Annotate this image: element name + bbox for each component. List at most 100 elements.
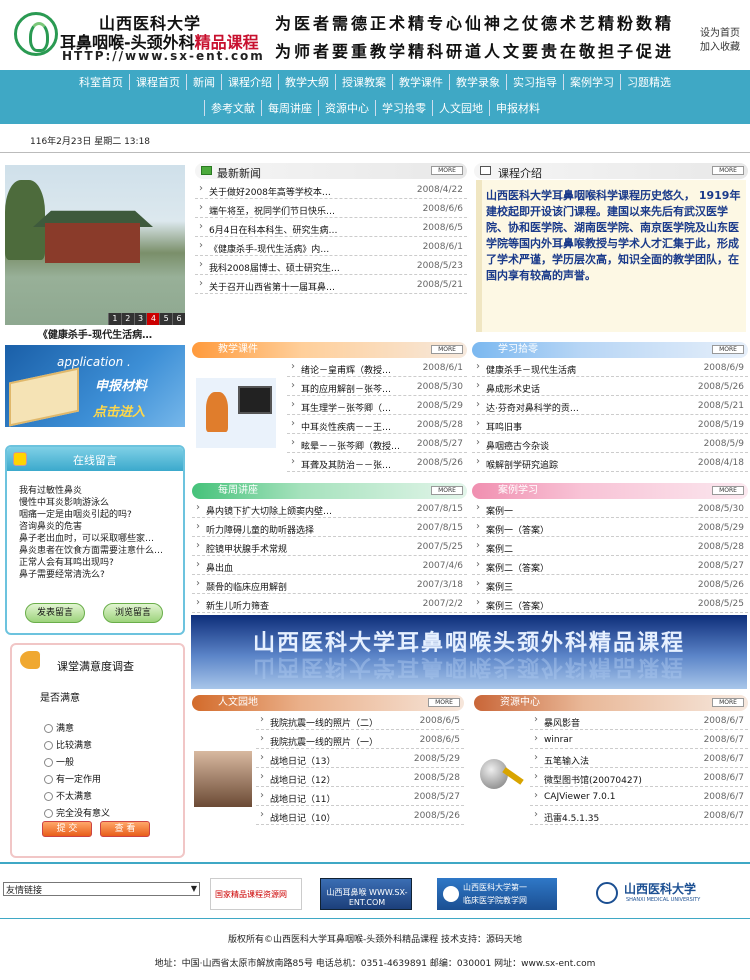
lecture-row[interactable]: 颞骨的临床应用解剖2007/3/18 — [192, 576, 467, 594]
nav-syllabus[interactable]: 教学大纲 — [278, 74, 335, 90]
add-favorite-link[interactable]: 加入收藏 — [700, 38, 740, 53]
humanities-row[interactable]: 战地日记（11）2008/5/27 — [256, 788, 464, 806]
courseware-row[interactable]: 耳生理学－张芩卿（…2008/5/29 — [287, 397, 467, 415]
cases-row[interactable]: 案例二2008/5/28 — [472, 538, 748, 556]
lecture-row[interactable]: 新生儿听力筛查2007/2/2 — [192, 595, 467, 613]
cases-row[interactable]: 案例三（答案）2008/5/25 — [472, 595, 748, 613]
resources-row[interactable]: 暴风影音2008/6/7 — [530, 712, 748, 730]
humanities-more-button[interactable]: MORE — [428, 698, 460, 707]
survey-view-button[interactable]: 查 看 — [100, 821, 150, 837]
resources-row[interactable]: 微型图书馆(20070427)2008/6/7 — [530, 769, 748, 787]
survey-option[interactable]: 一般 — [44, 755, 74, 768]
guestbook-item[interactable]: 正常人会有耳鸣出现吗? — [19, 557, 184, 569]
courseware-row[interactable]: 绪论－皇甫辉（教授…2008/6/1 — [287, 359, 467, 377]
humanities-row[interactable]: 我院抗震一线的照片（二）2008/6/5 — [256, 712, 464, 730]
guestbook-item[interactable]: 鼻炎患者在饮食方面需要注意什么… — [19, 545, 184, 557]
humanities-row[interactable]: 战地日记（13）2008/5/29 — [256, 750, 464, 768]
survey-option[interactable]: 满意 — [44, 721, 74, 734]
nav-study-notes[interactable]: 学习拾零 — [375, 100, 432, 116]
set-homepage-link[interactable]: 设为首页 — [700, 24, 740, 39]
survey-submit-button[interactable]: 提 交 — [42, 821, 92, 837]
post-message-button[interactable]: 发表留言 — [25, 603, 85, 623]
slide-4[interactable]: 4 — [146, 313, 160, 325]
lecture-row[interactable]: 鼻出血2007/4/6 — [192, 557, 467, 575]
guestbook-item[interactable]: 咨询鼻炎的危害 — [19, 521, 184, 533]
resources-more-button[interactable]: MORE — [712, 698, 744, 707]
guestbook-item[interactable]: 鼻子老出血时，可以采取哪些家… — [19, 533, 184, 545]
courseware-row[interactable]: 中耳炎性疾病－－王…2008/5/28 — [287, 416, 467, 434]
resources-row[interactable]: 五笔输入法2008/6/7 — [530, 750, 748, 768]
radio-icon[interactable] — [44, 792, 53, 801]
nav-resources[interactable]: 资源中心 — [318, 100, 375, 116]
humanities-row[interactable]: 战地日记（12）2008/5/28 — [256, 769, 464, 787]
course-banner[interactable]: 山西医科大学耳鼻咽喉头颈外科精品课程 山西医科大学耳鼻咽喉头颈外科精品课程 — [191, 615, 747, 689]
link-logo-national[interactable]: 国家精品课程资源网 — [210, 878, 302, 910]
study-row[interactable]: 鼻咽癌古今杂谈2008/5/9 — [472, 435, 748, 453]
campus-photo[interactable]: 123456 — [5, 165, 185, 325]
news-row[interactable]: 关于召开山西省第十一届耳鼻…2008/5/21 — [195, 276, 467, 294]
radio-icon[interactable] — [44, 809, 53, 818]
cases-row[interactable]: 案例二（答案）2008/5/27 — [472, 557, 748, 575]
slide-2[interactable]: 2 — [120, 313, 134, 325]
guestbook-item[interactable]: 咽痛一定是由咽炎引起的吗? — [19, 509, 184, 521]
browse-messages-button[interactable]: 浏览留言 — [103, 603, 163, 623]
cases-row[interactable]: 案例一2008/5/30 — [472, 500, 748, 518]
nav-dept-home[interactable]: 科室首页 — [73, 74, 129, 90]
resources-row[interactable]: CAJViewer 7.0.12008/6/7 — [530, 788, 748, 806]
slide-1[interactable]: 1 — [108, 313, 121, 325]
courseware-row[interactable]: 眩晕－－张芩卿（教授…2008/5/27 — [287, 435, 467, 453]
guestbook-item[interactable]: 鼻子需要经常清洗么? — [19, 569, 184, 581]
friend-links-select[interactable]: 友情链接 — [3, 882, 200, 896]
nav-exercises[interactable]: 习题精选 — [620, 74, 677, 90]
application-banner[interactable]: application . 申报材料 点击进入 — [5, 345, 185, 427]
lecture-more-button[interactable]: MORE — [431, 486, 463, 495]
courseware-more-button[interactable]: MORE — [431, 345, 463, 354]
courseware-row[interactable]: 耳聋及其防治－－张…2008/5/26 — [287, 454, 467, 472]
nav-lesson-plans[interactable]: 授课教案 — [335, 74, 392, 90]
humanities-row[interactable]: 我院抗震一线的照片（一）2008/6/5 — [256, 731, 464, 749]
link-logo-clinical[interactable]: 山西医科大学第一 临床医学院教学网 — [437, 878, 557, 910]
news-more-button[interactable]: MORE — [431, 166, 463, 175]
slide-5[interactable]: 5 — [159, 313, 173, 325]
nav-videos[interactable]: 教学录象 — [449, 74, 506, 90]
nav-cases[interactable]: 案例学习 — [563, 74, 620, 90]
news-row[interactable]: 《健康杀手-现代生活病》内…2008/6/1 — [195, 238, 467, 256]
radio-icon[interactable] — [44, 758, 53, 767]
nav-humanities[interactable]: 人文园地 — [432, 100, 489, 116]
humanities-row[interactable]: 战地日记（10）2008/5/26 — [256, 807, 464, 825]
study-row[interactable]: 达·芬奇对鼻科学的贡…2008/5/21 — [472, 397, 748, 415]
courseware-row[interactable]: 耳的应用解剖－张芩…2008/5/30 — [287, 378, 467, 396]
nav-internship[interactable]: 实习指导 — [506, 74, 563, 90]
nav-weekly-lecture[interactable]: 每周讲座 — [261, 100, 318, 116]
slide-3[interactable]: 3 — [133, 313, 147, 325]
nav-references[interactable]: 参考文献 — [204, 100, 261, 116]
link-logo-sxent[interactable]: 山西耳鼻喉 WWW.SX-ENT.COM — [320, 878, 412, 910]
resources-row[interactable]: winrar2008/6/7 — [530, 731, 748, 749]
radio-icon[interactable] — [44, 741, 53, 750]
nav-news[interactable]: 新闻 — [186, 74, 221, 90]
survey-option[interactable]: 不太满意 — [44, 789, 92, 802]
lecture-row[interactable]: 鼻内镜下扩大切除上颌窦内壁…2007/8/15 — [192, 500, 467, 518]
radio-icon[interactable] — [44, 775, 53, 784]
cases-row[interactable]: 案例一（答案）2008/5/29 — [472, 519, 748, 537]
photo-caption[interactable]: 《健康杀手-现代生活病… — [5, 326, 185, 341]
study-row[interactable]: 耳鸣旧事2008/5/19 — [472, 416, 748, 434]
news-row[interactable]: 6月4日在科本科生、研究生病…2008/6/5 — [195, 219, 467, 237]
study-row[interactable]: 喉解剖学研究追踪2008/4/18 — [472, 454, 748, 472]
cases-row[interactable]: 案例三2008/5/26 — [472, 576, 748, 594]
guestbook-item[interactable]: 慢性中耳炎影响游泳么 — [19, 497, 184, 509]
study-more-button[interactable]: MORE — [712, 345, 744, 354]
guestbook-item[interactable]: 我有过敏性鼻炎 — [19, 485, 184, 497]
news-row[interactable]: 我科2008届博士、硕士研究生…2008/5/23 — [195, 257, 467, 275]
nav-courseware[interactable]: 教学课件 — [392, 74, 449, 90]
survey-option[interactable]: 有一定作用 — [44, 772, 101, 785]
survey-option[interactable]: 完全没有意义 — [44, 806, 110, 819]
nav-application[interactable]: 申报材料 — [489, 100, 546, 116]
study-row[interactable]: 鼻成形术史话2008/5/26 — [472, 378, 748, 396]
survey-option[interactable]: 比较满意 — [44, 738, 92, 751]
news-row[interactable]: 关于做好2008年高等学校本…2008/4/22 — [195, 181, 467, 199]
lecture-row[interactable]: 腔镜甲状腺手术常规2007/5/25 — [192, 538, 467, 556]
cases-more-button[interactable]: MORE — [712, 486, 744, 495]
radio-icon[interactable] — [44, 724, 53, 733]
slide-6[interactable]: 6 — [172, 313, 185, 325]
